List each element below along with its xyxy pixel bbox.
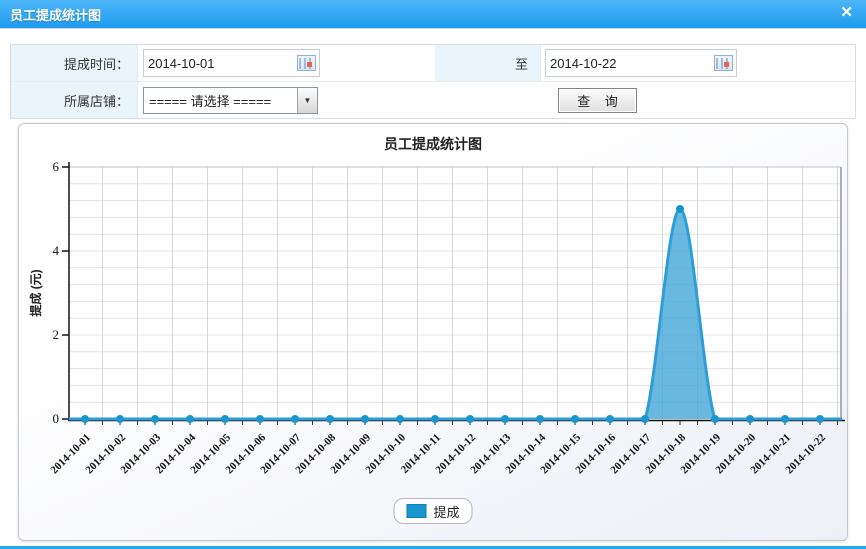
start-date-field: [143, 49, 320, 77]
start-date-cell: [138, 45, 435, 82]
chart-legend: 提成: [393, 498, 472, 524]
close-icon[interactable]: ✕: [840, 5, 853, 21]
shop-select[interactable]: ===== 请选择 ===== ▼: [143, 87, 318, 114]
to-label: 至: [435, 45, 541, 82]
query-button[interactable]: 查 询: [558, 88, 637, 113]
empty-cell: [435, 82, 541, 118]
query-cell: 查 询: [541, 82, 855, 118]
legend-label: 提成: [433, 502, 459, 521]
calendar-icon[interactable]: [297, 55, 316, 71]
chart-panel: 员工提成统计图 02462014-10-012014-10-022014-10-…: [18, 123, 848, 541]
end-date-field: [545, 49, 737, 77]
svg-text:6: 6: [53, 159, 60, 174]
chevron-down-icon[interactable]: ▼: [297, 88, 317, 113]
calendar-icon[interactable]: [714, 55, 733, 71]
shop-label: 所属店铺：: [11, 82, 138, 118]
svg-text:提成 (元): 提成 (元): [28, 269, 43, 316]
dialog-title: 员工提成统计图: [10, 5, 101, 24]
end-date-cell: [541, 45, 855, 82]
dialog-titlebar: 员工提成统计图 ✕: [0, 0, 866, 29]
svg-text:4: 4: [53, 243, 60, 258]
svg-text:0: 0: [53, 411, 60, 426]
svg-text:2: 2: [53, 327, 60, 342]
commission-stats-dialog: 员工提成统计图 ✕ 提成时间： 至 所属店铺： ===== 请选择 ===== …: [0, 0, 866, 29]
filter-form: 提成时间： 至 所属店铺： ===== 请选择 ===== ▼ 查 询: [10, 44, 856, 119]
shop-select-value: ===== 请选择 =====: [144, 91, 297, 110]
legend-swatch: [406, 504, 426, 518]
start-date-input[interactable]: [144, 56, 297, 71]
end-date-input[interactable]: [546, 56, 714, 71]
commission-area-chart: 02462014-10-012014-10-022014-10-032014-1…: [19, 124, 847, 540]
shop-select-cell: ===== 请选择 ===== ▼: [138, 82, 435, 118]
start-date-label: 提成时间：: [11, 45, 138, 82]
